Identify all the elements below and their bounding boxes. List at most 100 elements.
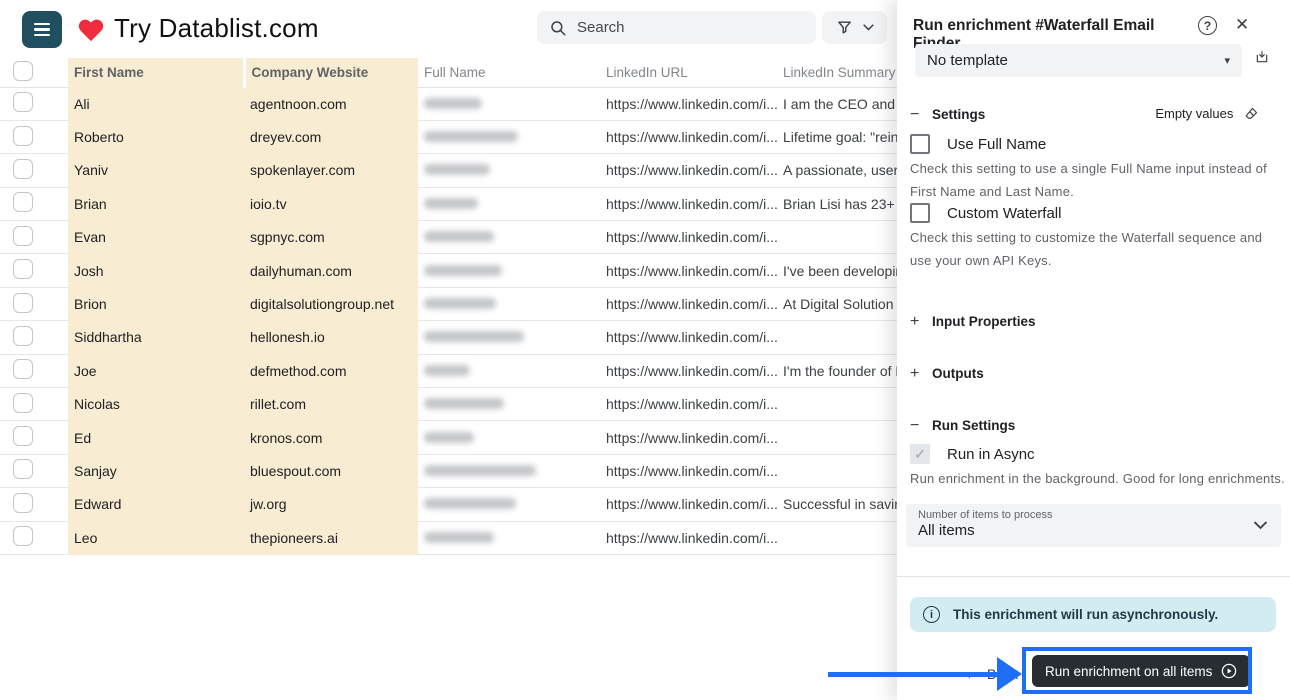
column-header-first-name[interactable]: First Name — [68, 58, 244, 87]
cell-company-website[interactable]: ioio.tv — [244, 187, 418, 220]
row-checkbox[interactable] — [13, 326, 33, 346]
table-row[interactable]: Brion digitalsolutiongroup.net https://w… — [0, 287, 1010, 320]
column-header-linkedin-url[interactable]: LinkedIn URL — [600, 58, 777, 87]
template-select[interactable]: No template ▾ — [915, 44, 1242, 77]
table-row[interactable]: Siddhartha hellonesh.io https://www.link… — [0, 321, 1010, 354]
back-button[interactable]: ← Back — [965, 666, 1018, 682]
cell-first-name[interactable]: Leo — [68, 521, 244, 554]
cell-full-name-redacted[interactable] — [418, 388, 600, 421]
cell-linkedin-url[interactable]: https://www.linkedin.com/i... — [600, 388, 777, 421]
cell-first-name[interactable]: Nicolas — [68, 388, 244, 421]
section-input-properties[interactable]: +Input Properties — [910, 313, 1036, 331]
section-run-settings[interactable]: −Run Settings — [910, 417, 1015, 435]
cell-company-website[interactable]: spokenlayer.com — [244, 154, 418, 187]
help-icon[interactable]: ? — [1198, 16, 1217, 35]
cell-full-name-redacted[interactable] — [418, 154, 600, 187]
cell-company-website[interactable]: defmethod.com — [244, 354, 418, 387]
cell-first-name[interactable]: Sanjay — [68, 454, 244, 487]
row-checkbox[interactable] — [13, 393, 33, 413]
filter-button[interactable] — [822, 11, 887, 44]
cell-first-name[interactable]: Josh — [68, 254, 244, 287]
cell-first-name[interactable]: Yaniv — [68, 154, 244, 187]
cell-company-website[interactable]: jw.org — [244, 488, 418, 521]
row-checkbox[interactable] — [13, 259, 33, 279]
custom-waterfall-checkbox[interactable] — [910, 203, 930, 223]
cell-linkedin-url[interactable]: https://www.linkedin.com/i... — [600, 521, 777, 554]
cell-full-name-redacted[interactable] — [418, 488, 600, 521]
cell-company-website[interactable]: agentnoon.com — [244, 87, 418, 120]
cell-linkedin-url[interactable]: https://www.linkedin.com/i... — [600, 221, 777, 254]
cell-full-name-redacted[interactable] — [418, 120, 600, 153]
cell-company-website[interactable]: dreyev.com — [244, 120, 418, 153]
cell-linkedin-url[interactable]: https://www.linkedin.com/i... — [600, 187, 777, 220]
hamburger-menu-button[interactable] — [22, 11, 62, 48]
cell-full-name-redacted[interactable] — [418, 354, 600, 387]
row-checkbox[interactable] — [13, 359, 33, 379]
cell-company-website[interactable]: kronos.com — [244, 421, 418, 454]
close-icon[interactable]: ✕ — [1235, 15, 1249, 35]
cell-full-name-redacted[interactable] — [418, 221, 600, 254]
cell-first-name[interactable]: Ed — [68, 421, 244, 454]
cell-first-name[interactable]: Ali — [68, 87, 244, 120]
empty-values-button[interactable]: Empty values — [897, 106, 1259, 123]
table-row[interactable]: Yaniv spokenlayer.com https://www.linked… — [0, 154, 1010, 187]
cell-full-name-redacted[interactable] — [418, 287, 600, 320]
cell-company-website[interactable]: thepioneers.ai — [244, 521, 418, 554]
table-row[interactable]: Evan sgpnyc.com https://www.linkedin.com… — [0, 221, 1010, 254]
cell-full-name-redacted[interactable] — [418, 521, 600, 554]
table-row[interactable]: Brian ioio.tv https://www.linkedin.com/i… — [0, 187, 1010, 220]
table-row[interactable]: Sanjay bluespout.com https://www.linkedi… — [0, 454, 1010, 487]
row-checkbox[interactable] — [13, 493, 33, 513]
cell-company-website[interactable]: hellonesh.io — [244, 321, 418, 354]
table-row[interactable]: Roberto dreyev.com https://www.linkedin.… — [0, 120, 1010, 153]
cell-linkedin-url[interactable]: https://www.linkedin.com/i... — [600, 154, 777, 187]
cell-company-website[interactable]: digitalsolutiongroup.net — [244, 287, 418, 320]
cell-linkedin-url[interactable]: https://www.linkedin.com/i... — [600, 120, 777, 153]
row-checkbox[interactable] — [13, 159, 33, 179]
select-all-checkbox[interactable] — [13, 61, 33, 81]
cell-company-website[interactable]: rillet.com — [244, 388, 418, 421]
items-to-process-select[interactable]: Number of items to process All items — [906, 504, 1281, 547]
search-input[interactable]: Search — [537, 11, 816, 44]
use-full-name-checkbox[interactable] — [910, 134, 930, 154]
row-checkbox[interactable] — [13, 192, 33, 212]
cell-first-name[interactable]: Brion — [68, 287, 244, 320]
table-row[interactable]: Ed kronos.com https://www.linkedin.com/i… — [0, 421, 1010, 454]
column-header-full-name[interactable]: Full Name — [418, 58, 600, 87]
table-row[interactable]: Josh dailyhuman.com https://www.linkedin… — [0, 254, 1010, 287]
cell-company-website[interactable]: dailyhuman.com — [244, 254, 418, 287]
cell-linkedin-url[interactable]: https://www.linkedin.com/i... — [600, 254, 777, 287]
cell-linkedin-url[interactable]: https://www.linkedin.com/i... — [600, 321, 777, 354]
cell-full-name-redacted[interactable] — [418, 454, 600, 487]
run-enrichment-button[interactable]: Run enrichment on all items — [1032, 655, 1250, 687]
cell-company-website[interactable]: sgpnyc.com — [244, 221, 418, 254]
cell-linkedin-url[interactable]: https://www.linkedin.com/i... — [600, 87, 777, 120]
cell-full-name-redacted[interactable] — [418, 87, 600, 120]
cell-full-name-redacted[interactable] — [418, 187, 600, 220]
row-checkbox[interactable] — [13, 92, 33, 112]
table-row[interactable]: Joe defmethod.com https://www.linkedin.c… — [0, 354, 1010, 387]
cell-full-name-redacted[interactable] — [418, 254, 600, 287]
cell-first-name[interactable]: Brian — [68, 187, 244, 220]
section-outputs[interactable]: +Outputs — [910, 365, 984, 383]
cell-linkedin-url[interactable]: https://www.linkedin.com/i... — [600, 287, 777, 320]
row-checkbox[interactable] — [13, 126, 33, 146]
cell-linkedin-url[interactable]: https://www.linkedin.com/i... — [600, 454, 777, 487]
row-checkbox[interactable] — [13, 426, 33, 446]
cell-first-name[interactable]: Evan — [68, 221, 244, 254]
cell-linkedin-url[interactable]: https://www.linkedin.com/i... — [600, 488, 777, 521]
table-row[interactable]: Nicolas rillet.com https://www.linkedin.… — [0, 388, 1010, 421]
column-header-company-website[interactable]: Company Website — [244, 58, 418, 87]
row-checkbox[interactable] — [13, 293, 33, 313]
row-checkbox[interactable] — [13, 526, 33, 546]
cell-full-name-redacted[interactable] — [418, 321, 600, 354]
cell-linkedin-url[interactable]: https://www.linkedin.com/i... — [600, 421, 777, 454]
cell-first-name[interactable]: Roberto — [68, 120, 244, 153]
cell-company-website[interactable]: bluespout.com — [244, 454, 418, 487]
table-row[interactable]: Leo thepioneers.ai https://www.linkedin.… — [0, 521, 1010, 554]
cell-first-name[interactable]: Edward — [68, 488, 244, 521]
table-row[interactable]: Ali agentnoon.com https://www.linkedin.c… — [0, 87, 1010, 120]
row-checkbox[interactable] — [13, 226, 33, 246]
save-template-icon[interactable] — [1255, 50, 1269, 69]
cell-first-name[interactable]: Siddhartha — [68, 321, 244, 354]
